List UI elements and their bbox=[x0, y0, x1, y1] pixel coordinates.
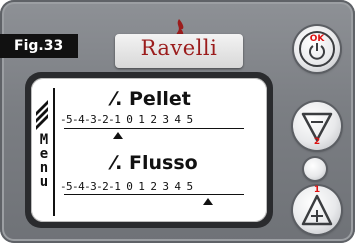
value-marker-flusso bbox=[203, 198, 213, 205]
scale-line-pellet bbox=[64, 128, 244, 129]
param-title-pellet: ⁄. Pellet bbox=[112, 88, 191, 110]
menu-stripes-icon bbox=[36, 100, 48, 130]
brand-name: Ravelli bbox=[140, 36, 218, 60]
brand-logo: Ravelli bbox=[115, 18, 243, 70]
power-icon bbox=[309, 43, 325, 60]
down-button-number: 2 bbox=[313, 137, 321, 147]
scale-labels-pellet: -5-4-3-2-1 0 1 2 3 4 5 bbox=[60, 113, 193, 126]
middle-button[interactable] bbox=[304, 158, 326, 180]
figure-label: Fig.33 bbox=[0, 34, 78, 58]
plus-up-icon bbox=[301, 194, 333, 226]
param-title-flusso: ⁄. Flusso bbox=[112, 152, 198, 174]
scale-labels-flusso: -5-4-3-2-1 0 1 2 3 4 5 bbox=[60, 180, 193, 193]
ok-power-button[interactable]: OK bbox=[294, 26, 340, 72]
menu-label: Menu bbox=[39, 132, 49, 190]
scale-line-flusso bbox=[64, 194, 244, 195]
value-marker-pellet bbox=[113, 132, 123, 139]
up-button[interactable]: 1 bbox=[293, 185, 341, 234]
down-button[interactable]: 2 bbox=[293, 102, 341, 150]
